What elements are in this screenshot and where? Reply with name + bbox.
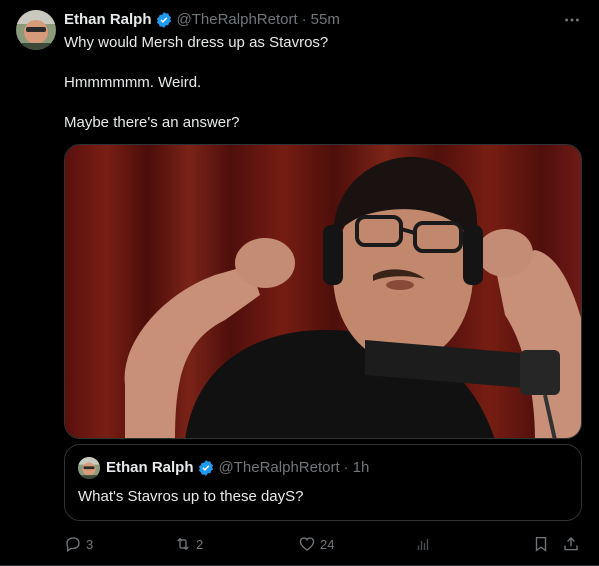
quoted-author-avatar[interactable]	[78, 457, 100, 479]
share-button[interactable]	[562, 534, 584, 554]
tweet-text: Why would Mersh dress up as Stavros? Hmm…	[64, 33, 328, 133]
author-handle[interactable]: @TheRalphRetort	[177, 10, 298, 30]
quoted-tweet[interactable]: Ethan Ralph @TheRalphRetort · 1h What's …	[64, 444, 582, 521]
analytics-icon	[417, 538, 429, 550]
separator-dot: ·	[301, 11, 307, 28]
like-count: 24	[320, 536, 335, 552]
tweet-header: Ethan Ralph @TheRalphRetort · 55m	[64, 10, 340, 30]
quoted-tweet-text: What's Stavros up to these dayS?	[78, 488, 304, 505]
repost-button[interactable]: 2	[174, 534, 203, 554]
verified-badge-icon	[155, 11, 173, 29]
author-name[interactable]: Ethan Ralph	[64, 10, 152, 30]
quoted-author-handle: @TheRalphRetort	[218, 459, 340, 476]
quoted-author-name: Ethan Ralph	[106, 459, 194, 476]
tweet-timestamp[interactable]: 55m	[311, 10, 340, 30]
quoted-tweet-header: Ethan Ralph @TheRalphRetort · 1h	[106, 458, 369, 478]
tweet-line: Why would Mersh dress up as Stavros?	[64, 34, 329, 51]
reply-icon	[66, 537, 80, 553]
tweet-actions: 3 2 24	[64, 534, 582, 554]
author-avatar[interactable]	[16, 10, 56, 50]
tweet-line: Hmmmmmm. Weird.	[64, 74, 202, 91]
repost-icon	[177, 537, 189, 551]
reply-button[interactable]: 3	[64, 534, 93, 554]
separator-dot: ·	[343, 459, 349, 476]
heart-icon	[299, 537, 315, 551]
verified-badge-icon	[197, 459, 215, 477]
share-icon	[564, 537, 578, 551]
reply-count: 3	[86, 536, 94, 552]
bookmark-button[interactable]	[532, 534, 554, 554]
more-horizontal-icon[interactable]	[562, 10, 582, 30]
views-button[interactable]	[414, 534, 436, 554]
like-button[interactable]: 24	[298, 534, 334, 554]
bookmark-icon	[535, 536, 547, 552]
tweet-media-gif[interactable]	[64, 144, 582, 439]
tweet[interactable]: Ethan Ralph @TheRalphRetort · 55m Why wo…	[0, 0, 599, 566]
quoted-timestamp: 1h	[352, 459, 370, 476]
tweet-line: Maybe there's an answer?	[64, 114, 240, 131]
repost-count: 2	[196, 536, 204, 552]
